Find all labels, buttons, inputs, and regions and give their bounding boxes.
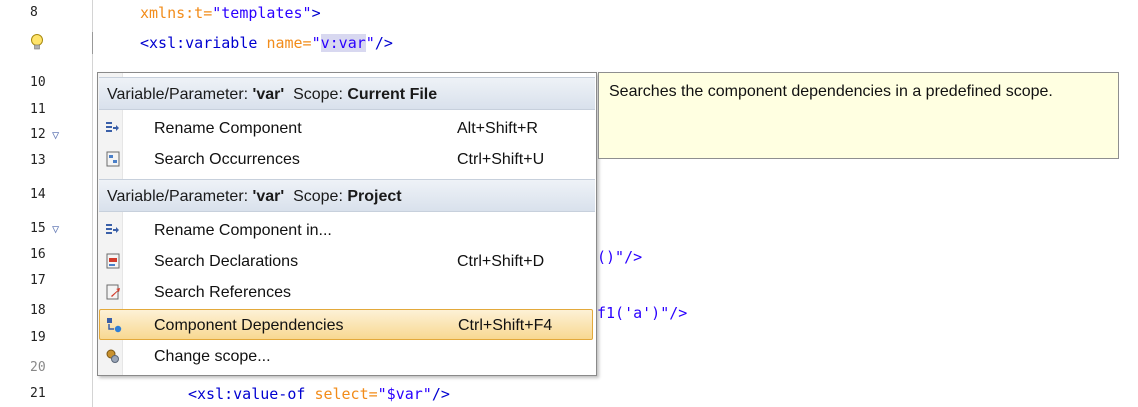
attribute-name: select= bbox=[314, 385, 378, 403]
attribute-value: "templates" bbox=[212, 4, 312, 22]
rename-icon bbox=[106, 122, 119, 132]
component-dependencies-icon bbox=[107, 318, 122, 333]
attribute-name: name= bbox=[266, 34, 312, 52]
header-name: 'var' bbox=[252, 188, 285, 205]
menu-item-shortcut: Ctrl+Shift+D bbox=[457, 253, 545, 270]
fold-toggle-icon[interactable]: ▽ bbox=[52, 218, 66, 240]
code-line-8[interactable]: xmlns:t="templates"> bbox=[140, 2, 321, 24]
menu-item-rename-component-in[interactable]: Rename Component in... bbox=[99, 215, 593, 246]
code-editor[interactable]: 8 10 11 12 ▽ 13 14 15 ▽ 16 17 18 19 20 2… bbox=[0, 0, 1138, 407]
tag-end: > bbox=[311, 4, 321, 22]
menu-item-rename-component[interactable]: Rename Component Alt+Shift+R bbox=[99, 113, 593, 144]
menu-item-label: Rename Component bbox=[154, 120, 302, 137]
code-fragment: f1('a')"/> bbox=[597, 304, 688, 322]
attribute-value: "$var" bbox=[377, 385, 432, 403]
rename-icon bbox=[106, 224, 119, 234]
code-line-16-tail[interactable]: ()"/> bbox=[597, 246, 642, 268]
header-prefix: Variable/Parameter: bbox=[107, 188, 253, 205]
header-prefix: Variable/Parameter: bbox=[107, 86, 253, 103]
fold-toggle-icon[interactable]: ▽ bbox=[52, 124, 66, 146]
line-number: 18 bbox=[30, 303, 46, 318]
section-header-current-file: Variable/Parameter: 'var' Scope: Current… bbox=[99, 77, 595, 110]
menu-item-label: Change scope... bbox=[154, 348, 271, 365]
menu-item-search-occurrences[interactable]: Search Occurrences Ctrl+Shift+U bbox=[99, 144, 593, 175]
menu-item-shortcut: Ctrl+Shift+U bbox=[457, 151, 545, 168]
line-number: 11 bbox=[30, 102, 46, 117]
search-references-icon bbox=[106, 284, 120, 300]
menu-item-shortcut: Ctrl+Shift+F4 bbox=[458, 317, 553, 334]
line-number: 14 bbox=[30, 187, 46, 202]
menu-item-label: Search Occurrences bbox=[154, 151, 300, 168]
lightbulb-icon[interactable] bbox=[30, 31, 44, 53]
menu-item-shortcut: Alt+Shift+R bbox=[457, 120, 538, 137]
search-declarations-icon bbox=[106, 253, 120, 269]
tag-open: <xsl:variable bbox=[140, 34, 267, 52]
header-scope: Current File bbox=[347, 86, 438, 103]
line-number: 19 bbox=[30, 330, 46, 345]
quote: " bbox=[365, 34, 375, 52]
tag-end: /> bbox=[374, 34, 393, 52]
code-line-9[interactable]: <xsl:variable name="v:var"/> bbox=[140, 32, 393, 54]
selected-variable[interactable]: v:var bbox=[320, 34, 366, 52]
menu-item-change-scope[interactable]: Change scope... bbox=[99, 341, 593, 372]
menu-item-label: Search References bbox=[154, 284, 291, 301]
line-number: 13 bbox=[30, 153, 46, 168]
code-fragment: ()"/> bbox=[597, 248, 643, 266]
line-number: 20 bbox=[30, 360, 46, 375]
header-scope: Project bbox=[347, 188, 402, 205]
tooltip-text: Searches the component dependencies in a… bbox=[609, 83, 1053, 100]
menu-item-label: Search Declarations bbox=[154, 253, 299, 270]
change-scope-icon bbox=[106, 349, 119, 363]
menu-item-component-dependencies[interactable]: Component Dependencies Ctrl+Shift+F4 bbox=[99, 309, 593, 340]
menu-item-search-declarations[interactable]: Search Declarations Ctrl+Shift+D bbox=[99, 246, 593, 277]
menu-item-label: Rename Component in... bbox=[154, 222, 332, 239]
tag-end: /> bbox=[431, 385, 450, 403]
search-occurrences-icon bbox=[106, 151, 120, 167]
header-name: 'var' bbox=[252, 86, 285, 103]
tag-open: <xsl:value-of bbox=[188, 385, 315, 403]
menu-item-search-references[interactable]: Search References bbox=[99, 277, 593, 308]
text-caret bbox=[92, 32, 93, 54]
description-tooltip: Searches the component dependencies in a… bbox=[598, 72, 1119, 159]
line-number: 10 bbox=[30, 75, 46, 90]
line-number-gutter: 8 10 11 12 ▽ 13 14 15 ▽ 16 17 18 19 20 2… bbox=[0, 0, 93, 407]
menu-item-label: Component Dependencies bbox=[154, 317, 344, 334]
attribute-name: xmlns:t= bbox=[140, 4, 213, 22]
header-scope-label: Scope: bbox=[284, 86, 348, 103]
quote: " bbox=[311, 34, 321, 52]
line-number: 17 bbox=[30, 273, 46, 288]
line-number: 16 bbox=[30, 247, 46, 262]
code-line-21[interactable]: <xsl:value-of select="$var"/> bbox=[188, 383, 450, 405]
line-number: 21 bbox=[30, 386, 46, 401]
line-number: 8 bbox=[30, 5, 38, 20]
header-scope-label: Scope: bbox=[284, 188, 348, 205]
section-header-project: Variable/Parameter: 'var' Scope: Project bbox=[99, 179, 595, 212]
refactoring-context-menu[interactable]: Variable/Parameter: 'var' Scope: Current… bbox=[97, 72, 597, 376]
code-line-18-tail[interactable]: f1('a')"/> bbox=[597, 302, 687, 324]
